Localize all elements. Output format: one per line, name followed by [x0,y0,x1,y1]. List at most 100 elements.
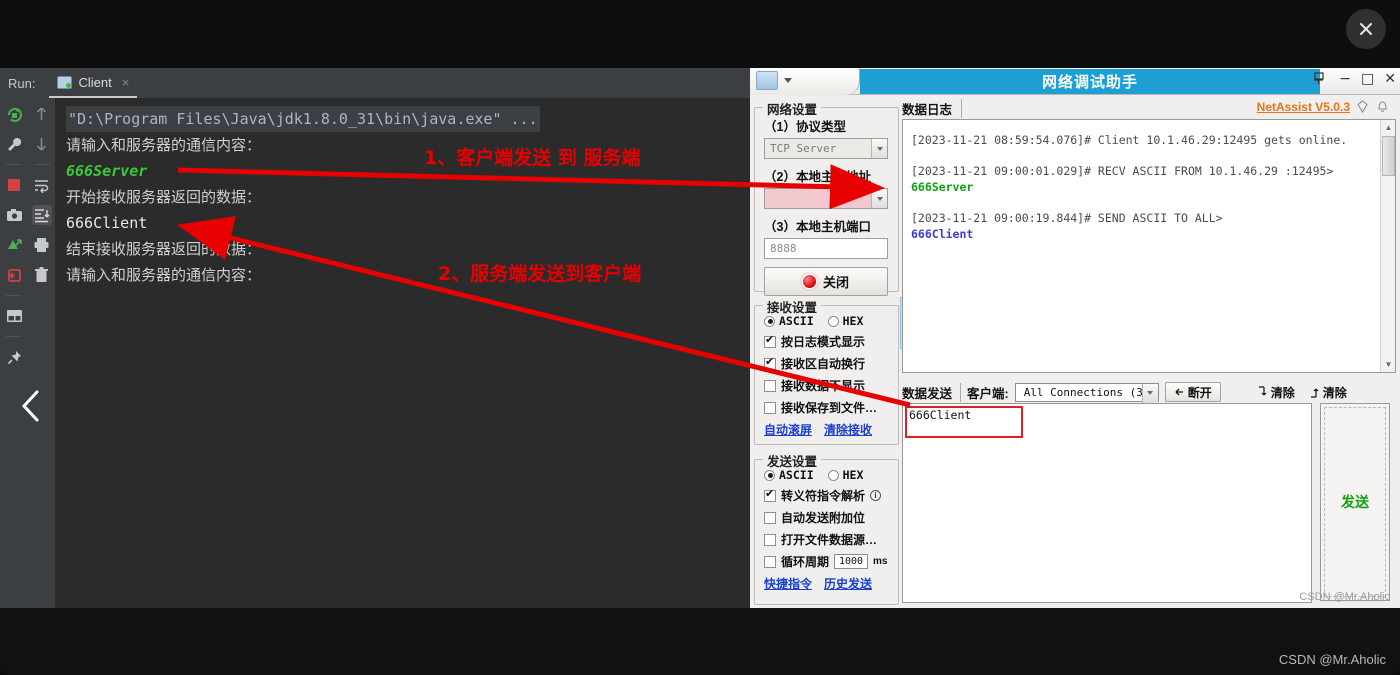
cycle-period-input[interactable]: 1000 [834,554,869,569]
clear-receive-link[interactable]: 清除接收 [824,421,872,438]
chevron-down-icon[interactable] [1141,383,1158,403]
arrow-left-icon [1175,388,1183,396]
bell-icon[interactable] [1375,99,1390,119]
local-host-address-select[interactable] [764,188,888,209]
chevron-down-icon[interactable] [871,139,887,158]
receive-hex-label: HEX [842,314,864,328]
receive-ascii-label: ASCII [779,314,814,328]
tab-client-label: Client [78,74,112,90]
cycle-period-row[interactable]: 循环周期 1000 ms [764,553,898,570]
tab-close-icon[interactable]: × [122,75,130,90]
log-timestamp: [2023-11-21 09:00:01.029]# RECV ASCII FR… [911,164,1334,178]
netassist-window: 网络调试助手 − □ ✕ 网络设置 （1）协议类型 TCP Server （2）… [750,68,1400,608]
protocol-type-select[interactable]: TCP Server [764,138,888,159]
console-line-text: "D:\Program Files\Java\jdk1.8.0_31\bin\j… [66,106,540,132]
send-ascii-radio[interactable]: ASCII [764,468,814,482]
receive-links: 自动滚屏 清除接收 [764,421,898,438]
disconnect-button[interactable]: 断开 [1164,382,1221,402]
chevron-down-icon[interactable] [784,78,792,83]
send-hex-radio[interactable]: HEX [827,468,864,482]
netassist-titlebar: 网络调试助手 − □ ✕ [750,68,1400,95]
tab-client[interactable]: Client × [49,68,138,98]
protocol-type-value: TCP Server [770,142,837,155]
quick-command-link[interactable]: 快捷指令 [764,575,812,592]
cycle-period-unit: ms [873,556,888,567]
close-icon[interactable] [1346,9,1386,49]
scroll-up-icon[interactable]: ▲ [1381,120,1395,135]
auto-scroll-link[interactable]: 自动滚屏 [764,421,812,438]
send-message-textarea[interactable]: 666Client [902,403,1312,603]
chevron-down-icon[interactable] [871,189,887,208]
sidebar-divider-2 [6,295,22,296]
clear-recv-button[interactable]: 清除 [1309,384,1347,401]
print-icon[interactable] [32,235,52,255]
console-output[interactable]: "D:\Program Files\Java\jdk1.8.0_31\bin\j… [56,98,750,608]
connection-toggle-button[interactable]: 关闭 [764,267,888,296]
titlebar-blue-band: 网络调试助手 [860,69,1320,94]
arrow-up-icon[interactable] [32,104,52,124]
diamond-icon[interactable] [1355,99,1370,119]
netassist-close-button[interactable]: ✕ [1384,71,1396,87]
receive-hex-radio[interactable]: HEX [827,314,864,328]
connection-select[interactable]: All Connections (3) [1014,382,1159,403]
console-line: 结束接收服务器返回的数据： [66,240,262,258]
camera-icon[interactable] [4,205,24,225]
pin-icon[interactable] [1312,70,1329,87]
maximize-button[interactable]: □ [1361,71,1374,87]
data-log-textarea[interactable]: [2023-11-21 08:59:54.076]# Client 10.1.4… [902,119,1396,373]
send-history-link[interactable]: 历史发送 [824,575,872,592]
log-payload: 666Client [911,227,974,241]
log-scrollbar[interactable]: ▲ ▼ [1380,120,1395,372]
collapse-chevron-icon[interactable] [18,386,44,426]
scroll-down-icon[interactable]: ▼ [1381,357,1395,372]
receive-hide-data-label: 接收数据不显示 [781,379,866,393]
arrow-down-icon[interactable] [32,134,52,154]
send-hex-label: HEX [842,468,864,482]
open-file-source-label: 打开文件数据源… [781,533,878,547]
receive-save-file-checkbox[interactable]: 接收保存到文件… [764,399,898,416]
receive-hide-data-checkbox[interactable]: 接收数据不显示 [764,377,898,394]
console-line: 请输入和服务器的通信内容： [66,266,262,284]
netassist-version-link[interactable]: NetAssist V5.0.3 [1257,100,1350,114]
pin-icon[interactable] [4,347,24,367]
info-icon[interactable]: i [870,490,882,501]
clear-send-button[interactable]: 清除 [1257,384,1295,401]
local-host-port-input[interactable]: 8888 [764,238,888,259]
auto-append-checkbox[interactable]: 自动发送附加位 [764,509,898,526]
exit-icon[interactable] [4,265,24,285]
receive-log-mode-checkbox[interactable]: 按日志模式显示 [764,333,898,350]
run-with-coverage-icon[interactable] [4,235,24,255]
wrench-icon[interactable] [4,134,24,154]
scroll-to-end-icon[interactable] [31,205,52,225]
receive-autowrap-label: 接收区自动换行 [781,357,866,371]
checkbox-icon [764,555,776,568]
receive-ascii-radio[interactable]: ASCII [764,314,814,328]
receive-settings-title: 接收设置 [763,297,822,316]
local-host-port-value: 8888 [770,242,797,255]
radio-dot-icon [764,315,775,327]
rerun-icon[interactable] [4,104,24,124]
connection-toggle-label: 关闭 [822,275,849,290]
tab-data-log[interactable]: 数据日志 [902,98,963,118]
checkbox-icon [764,511,776,524]
netassist-body: 网络设置 （1）协议类型 TCP Server （2）本地主机地址 （3）本地主… [750,95,1400,608]
scrollbar-thumb[interactable] [1382,136,1395,176]
receive-autowrap-checkbox[interactable]: 接收区自动换行 [764,355,898,372]
minimize-button[interactable]: − [1339,71,1351,87]
cycle-period-value: 1000 [838,556,864,567]
tab-data-send[interactable]: 数据发送 [902,382,962,402]
cycle-period-label: 循环周期 [781,555,830,569]
trash-icon[interactable] [32,265,52,285]
soft-wrap-icon[interactable] [32,175,52,195]
open-file-source-checkbox[interactable]: 打开文件数据源… [764,531,898,548]
receive-settings-group: 接收设置 ASCII HEX ✔ 按日志模式显示 ✔ 接收区自动换行 接收数据不… [754,297,899,445]
escape-parse-checkbox[interactable]: 转义符指令解析 i [764,487,898,504]
annotation-label-2: 2、服务端发送到客户端 [438,263,642,285]
radio-dot-icon [827,469,839,481]
escape-parse-label: 转义符指令解析 [781,489,866,503]
send-button[interactable]: 发送 [1324,407,1386,597]
checkbox-icon [764,356,776,370]
layout-icon[interactable] [4,306,24,326]
stop-icon[interactable] [4,175,24,195]
auto-append-label: 自动发送附加位 [781,511,866,525]
